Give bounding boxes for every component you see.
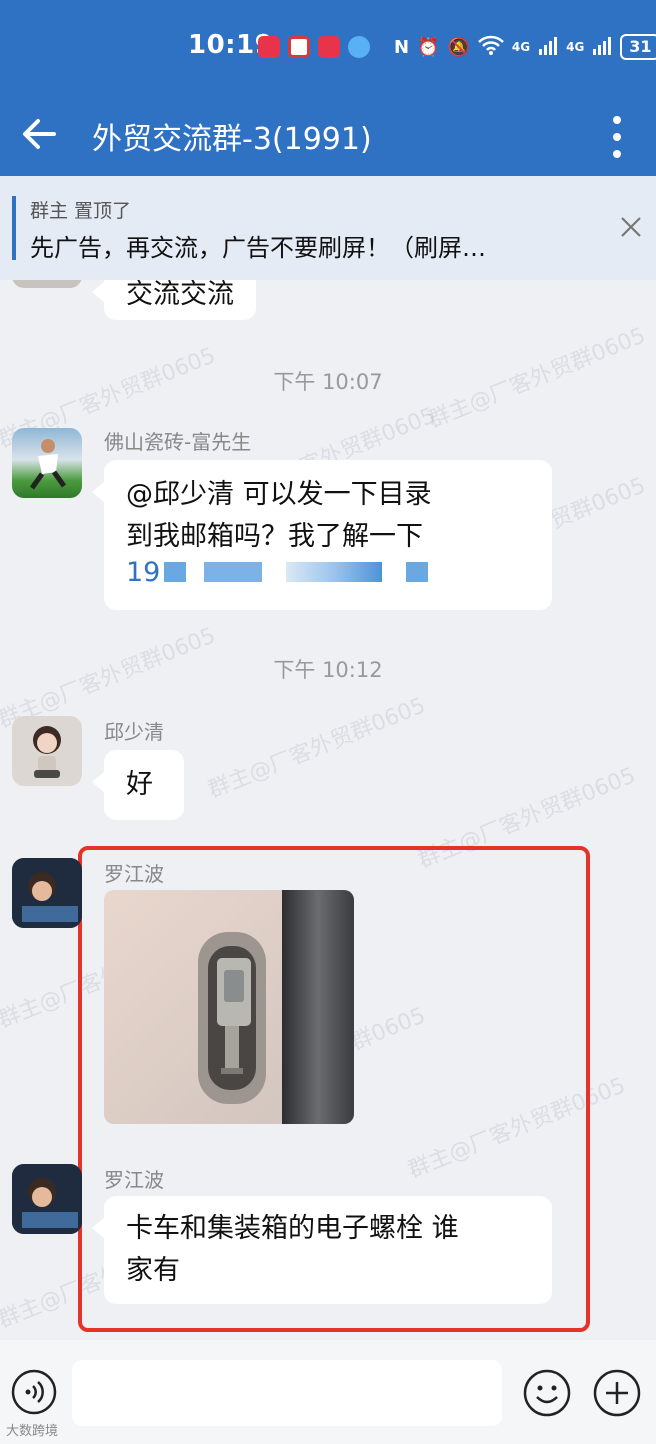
app-notification-icon: [288, 36, 310, 58]
message-list[interactable]: 群主@厂客外贸群0605 群主@厂客外贸群0605 群主@厂客外贸群0605 群…: [0, 280, 656, 1340]
battery-icon: 31: [620, 34, 656, 60]
voice-button[interactable]: [10, 1368, 58, 1416]
signal-bars-icon: [592, 35, 612, 60]
status-bar: 10:19 N ⏰ 🔕 4G 4G 31: [0, 0, 656, 100]
pinned-author: 群主 置顶了: [30, 200, 132, 222]
chat-title[interactable]: 外贸交流群-3(1991): [92, 114, 372, 158]
footballer-avatar-icon: [29, 439, 67, 490]
message-text: @邱少清 可以发一下目录: [126, 479, 432, 510]
status-indicators: N ⏰ 🔕 4G 4G 31: [394, 34, 656, 60]
back-button[interactable]: [18, 112, 62, 156]
boy-avatar-icon: [12, 1164, 82, 1234]
pinned-announcement[interactable]: 群主 置顶了 先广告，再交流，广告不要刷屏！（刷屏…: [0, 176, 656, 280]
message-bubble[interactable]: 好: [92, 750, 184, 820]
emoji-icon: [523, 1369, 571, 1417]
message-bubble[interactable]: 交流交流: [92, 280, 256, 320]
avatar[interactable]: [12, 858, 82, 928]
message-image[interactable]: [104, 890, 354, 1124]
phone-link[interactable]: 19: [126, 558, 530, 588]
status-app-icons: [258, 36, 370, 58]
message-text: 好: [126, 769, 153, 800]
sender-name: 邱少清: [104, 720, 164, 744]
redaction-mosaic: [286, 562, 382, 582]
close-pinned-button[interactable]: [618, 214, 644, 244]
redaction-mosaic: [204, 562, 262, 582]
avatar[interactable]: [12, 1164, 82, 1234]
phone-link-text: 19: [126, 557, 161, 588]
timestamp: 下午 10:07: [273, 370, 383, 394]
app-notification-icon: [258, 36, 280, 58]
signal-4g-label: 4G: [566, 40, 585, 54]
message-bubble[interactable]: @邱少清 可以发一下目录 到我邮箱吗？我了解一下 19: [92, 460, 552, 610]
avatar[interactable]: [12, 716, 82, 786]
message-input[interactable]: [72, 1360, 502, 1426]
more-vertical-icon: [613, 116, 621, 158]
close-icon: [621, 217, 641, 237]
avatar[interactable]: [12, 280, 82, 288]
plus-button[interactable]: [592, 1368, 642, 1418]
boy-avatar-icon: [12, 858, 82, 928]
redaction-mosaic: [406, 562, 428, 582]
electronic-bolt-photo: [104, 890, 354, 1124]
watermark: 群主@厂客外贸群0605: [204, 693, 430, 804]
mute-icon: 🔕: [447, 36, 470, 58]
back-arrow-icon: [23, 119, 56, 149]
signal-4g-label: 4G: [511, 40, 531, 54]
cloud-icon: [348, 36, 370, 58]
voice-icon: [11, 1369, 57, 1415]
avatar[interactable]: [12, 428, 82, 498]
input-bar: 大数跨境: [0, 1340, 656, 1444]
emoji-button[interactable]: [522, 1368, 572, 1418]
sender-name: 佛山瓷砖-富先生: [104, 430, 252, 454]
nfc-icon: N: [394, 36, 410, 58]
pinned-accent-bar: [12, 196, 16, 260]
timestamp: 下午 10:12: [273, 658, 383, 682]
signal-bars-icon: [538, 35, 558, 60]
message-text: 到我邮箱吗？我了解一下: [126, 521, 423, 552]
alarm-icon: ⏰: [417, 36, 440, 58]
source-watermark: 大数跨境: [6, 1424, 59, 1439]
more-button[interactable]: [600, 112, 634, 162]
plus-icon: [593, 1369, 641, 1417]
girl-avatar-icon: [33, 726, 61, 778]
message-text: 交流交流: [126, 280, 234, 310]
redaction-mosaic: [164, 562, 186, 582]
message-bubble[interactable]: 卡车和集装箱的电子螺栓 谁 家有: [92, 1196, 552, 1304]
message-text: 家有: [126, 1255, 180, 1286]
app-notification-icon: [318, 36, 340, 58]
wifi-icon: [478, 35, 504, 60]
sender-name: 罗江波: [104, 1168, 164, 1192]
pinned-text: 先广告，再交流，广告不要刷屏！（刷屏…: [30, 234, 486, 262]
chat-header: 外贸交流群-3(1991): [0, 100, 656, 176]
sender-name: 罗江波: [104, 862, 164, 886]
message-text: 卡车和集装箱的电子螺栓 谁: [126, 1213, 459, 1244]
